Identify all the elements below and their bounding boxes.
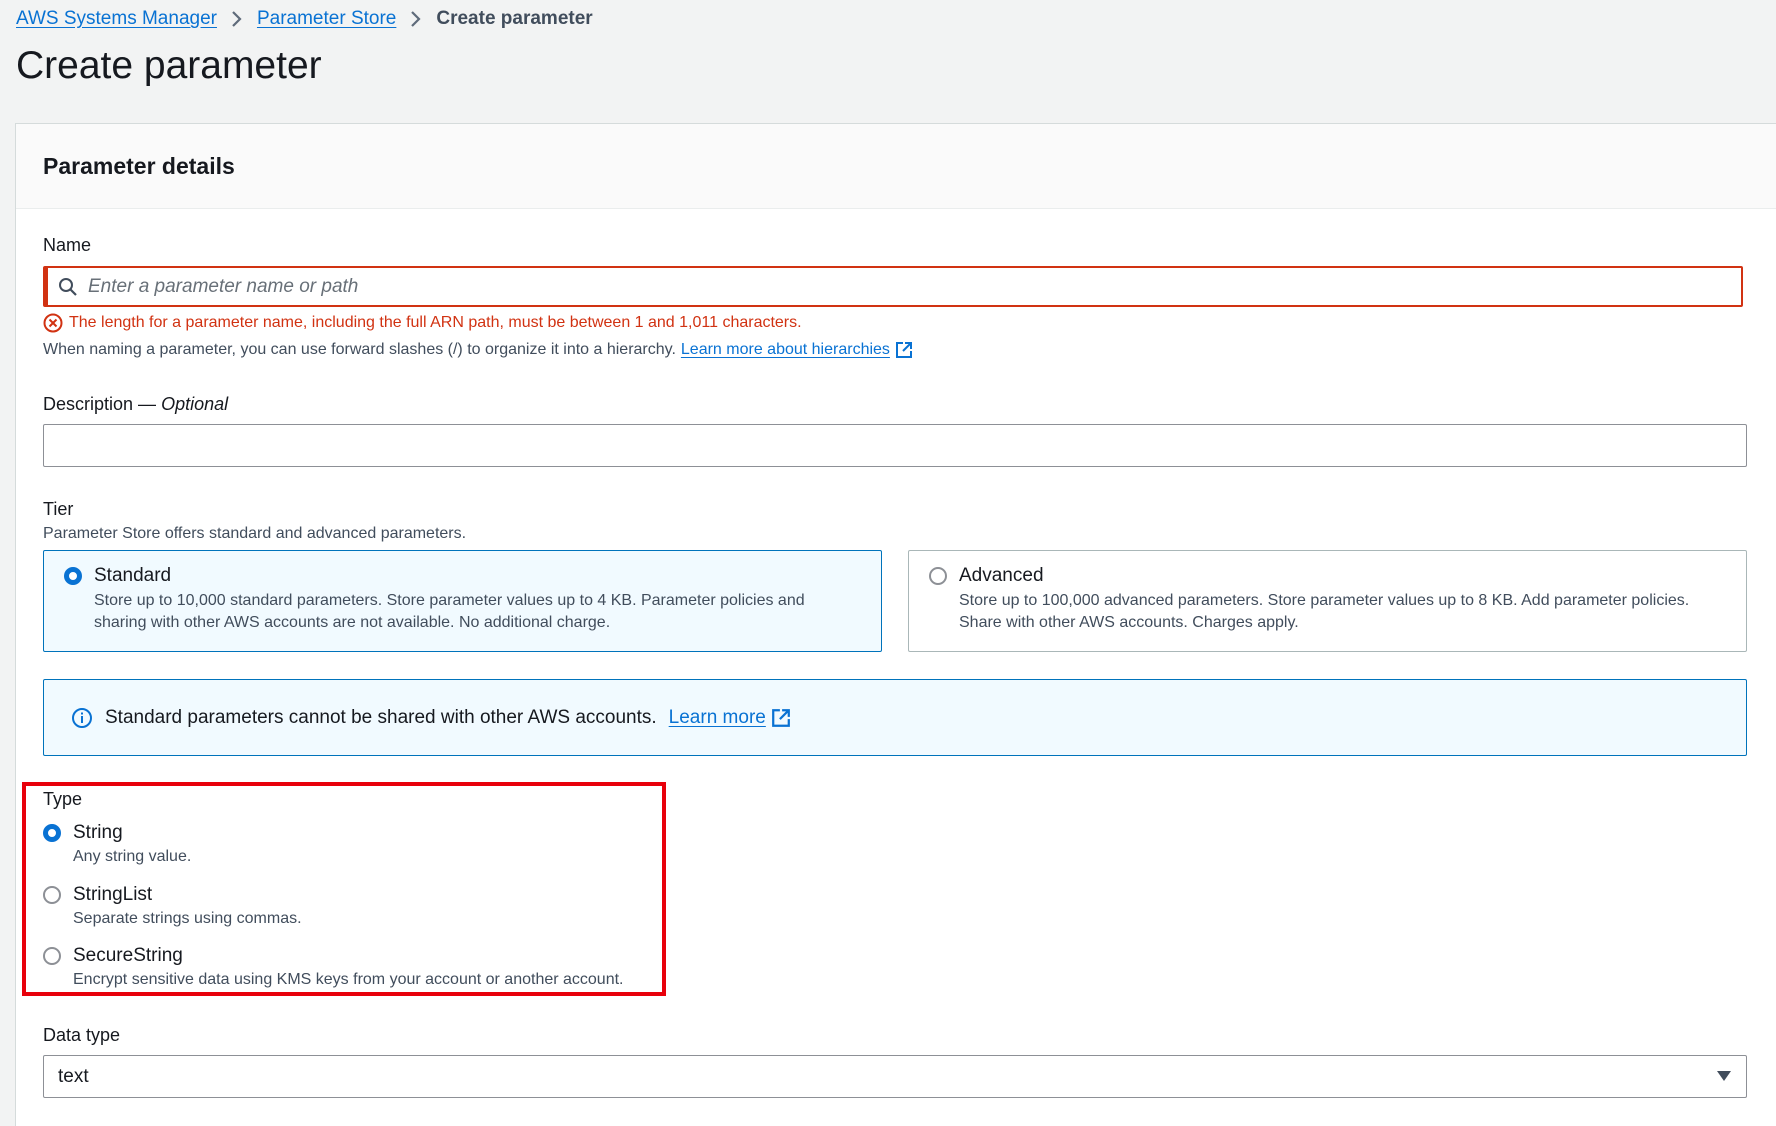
- name-field[interactable]: [43, 266, 1743, 307]
- error-icon: [43, 313, 63, 333]
- name-label: Name: [43, 235, 92, 255]
- info-icon: [72, 707, 92, 728]
- tier-advanced-desc: Store up to 100,000 advanced parameters.…: [959, 590, 1726, 634]
- radio-standard[interactable]: [64, 567, 82, 585]
- breadcrumb-link-systems-manager[interactable]: AWS Systems Manager: [16, 8, 217, 30]
- caret-down-icon: [1716, 1066, 1732, 1088]
- type-option-string[interactable]: String Any string value.: [43, 822, 191, 866]
- data-type-value: text: [58, 1065, 89, 1087]
- optional-tag: Optional: [161, 394, 229, 414]
- chevron-right-icon: [231, 10, 243, 28]
- name-error: The length for a parameter name, includi…: [43, 313, 802, 333]
- tier-standard-desc-line2: sharing with other AWS accounts are not …: [94, 614, 611, 631]
- breadcrumb: AWS Systems Manager Parameter Store Crea…: [16, 8, 593, 30]
- type-label: Type: [43, 789, 83, 809]
- radio-advanced[interactable]: [929, 567, 947, 585]
- tier-standard-desc-line1: Store up to 10,000 standard parameters. …: [94, 592, 805, 609]
- breadcrumb-link-parameter-store[interactable]: Parameter Store: [257, 8, 396, 30]
- radio-string[interactable]: [43, 824, 61, 842]
- external-link-icon[interactable]: [895, 341, 913, 359]
- tier-helper: Parameter Store offers standard and adva…: [43, 525, 467, 542]
- name-error-text: The length for a parameter name, includi…: [69, 314, 802, 331]
- learn-more-link[interactable]: Learn more: [669, 707, 766, 729]
- tier-standard-desc: Store up to 10,000 standard parameters. …: [94, 590, 861, 634]
- search-icon: [58, 277, 78, 297]
- page-title: Create parameter: [16, 44, 322, 87]
- type-securestring-desc: Encrypt sensitive data using KMS keys fr…: [73, 971, 624, 988]
- radio-stringlist[interactable]: [43, 886, 61, 904]
- breadcrumb-current: Create parameter: [436, 8, 593, 29]
- tier-tile-standard[interactable]: Standard Store up to 10,000 standard par…: [43, 550, 882, 652]
- name-hint-text: When naming a parameter, you can use for…: [43, 341, 676, 358]
- type-securestring-label: SecureString: [73, 945, 183, 966]
- panel-title: Parameter details: [16, 124, 1776, 209]
- tier-advanced-desc-line1: Store up to 100,000 advanced parameters.…: [959, 592, 1690, 609]
- tier-label: Tier: [43, 499, 74, 519]
- description-label-text: Description: [43, 394, 134, 414]
- info-alert: Standard parameters cannot be shared wit…: [43, 679, 1747, 756]
- tier-advanced-desc-line2: Share with other AWS accounts. Charges a…: [959, 614, 1299, 631]
- type-option-securestring[interactable]: SecureString Encrypt sensitive data usin…: [43, 945, 624, 989]
- radio-securestring[interactable]: [43, 947, 61, 965]
- description-label: Description — Optional: [43, 394, 229, 414]
- type-option-stringlist[interactable]: StringList Separate strings using commas…: [43, 884, 302, 928]
- type-stringlist-label: StringList: [73, 884, 153, 905]
- name-hint: When naming a parameter, you can use for…: [43, 341, 913, 359]
- external-link-icon[interactable]: [771, 708, 803, 728]
- type-string-desc: Any string value.: [73, 848, 192, 865]
- chevron-right-icon: [410, 10, 422, 28]
- type-string-label: String: [73, 822, 123, 843]
- data-type-select[interactable]: text: [43, 1055, 1747, 1098]
- description-field[interactable]: [43, 424, 1747, 467]
- tier-tile-advanced[interactable]: Advanced Store up to 100,000 advanced pa…: [908, 550, 1747, 652]
- info-text: Standard parameters cannot be shared wit…: [105, 706, 657, 728]
- learn-more-hierarchies-link[interactable]: Learn more about hierarchies: [681, 341, 890, 359]
- tier-advanced-label: Advanced: [959, 565, 1044, 586]
- tier-standard-label: Standard: [94, 565, 172, 586]
- type-stringlist-desc: Separate strings using commas.: [73, 910, 302, 927]
- name-input[interactable]: [86, 274, 1690, 299]
- data-type-label: Data type: [43, 1025, 121, 1045]
